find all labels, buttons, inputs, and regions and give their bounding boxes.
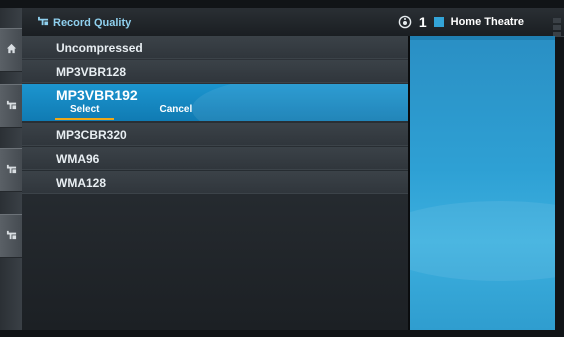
record-quality-icon [38, 16, 49, 29]
rail-tab-home[interactable] [0, 28, 22, 72]
page-title: Record Quality [38, 16, 131, 29]
app-frame: Record Quality 1 Home Theatre Uncompress… [0, 0, 564, 337]
list-item-label: MP3VBR128 [56, 65, 127, 79]
rail-tab-media-3[interactable] [0, 214, 22, 258]
list-item-label: MP3VBR192 [56, 87, 138, 103]
list-item-label: MP3CBR320 [56, 128, 127, 142]
list-item[interactable]: MP3CBR320 [22, 123, 408, 146]
header-bar: Record Quality 1 Home Theatre [22, 8, 564, 37]
rail-tab-media-1[interactable] [0, 84, 22, 128]
select-button[interactable]: Select [54, 104, 115, 120]
panel-wave-decoration [410, 201, 555, 281]
list-item-selected[interactable]: MP3VBR192 Select Cancel [22, 84, 408, 121]
cancel-button[interactable]: Cancel [147, 104, 204, 115]
zone-number: 1 [418, 14, 427, 30]
rail-tab-media-2[interactable] [0, 148, 22, 192]
list-item-label: WMA128 [56, 176, 107, 190]
zone-name: Home Theatre [450, 16, 524, 28]
media-icon [6, 97, 17, 115]
list-item[interactable]: MP3VBR128 [22, 60, 408, 83]
zone-preview-panel [408, 36, 555, 330]
media-icon [6, 227, 17, 245]
media-icon [6, 161, 17, 179]
list-item[interactable]: Uncompressed [22, 36, 408, 59]
list-item-label: Uncompressed [56, 41, 143, 55]
panel-topbar [410, 36, 555, 40]
zone-color-swatch [433, 17, 444, 27]
selection-highlight [192, 84, 408, 121]
page-title-text: Record Quality [53, 16, 132, 29]
selection-actions: Select Cancel [54, 104, 204, 120]
list-item[interactable]: WMA96 [22, 147, 408, 170]
list-item[interactable]: WMA128 [22, 171, 408, 194]
speaker-icon [398, 15, 412, 29]
home-icon [6, 41, 17, 59]
list-item-label: WMA96 [56, 152, 100, 166]
left-rail [0, 8, 22, 330]
zone-indicator[interactable]: 1 Home Theatre [398, 14, 524, 30]
quality-list: Uncompressed MP3VBR128 MP3VBR192 Select … [22, 36, 408, 330]
